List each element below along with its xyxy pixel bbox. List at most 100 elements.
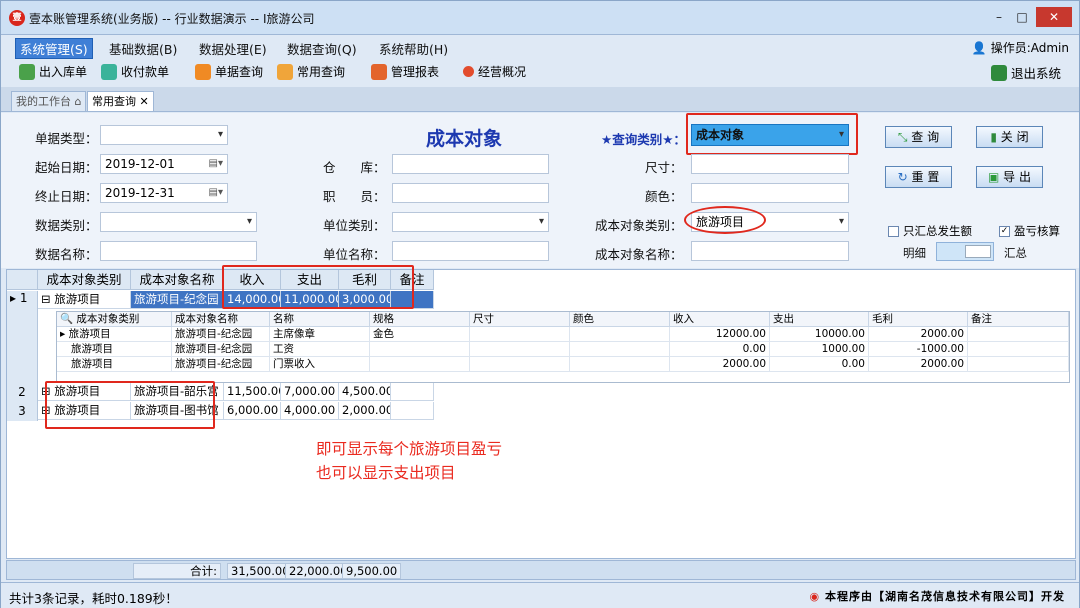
- sub-header-color[interactable]: 颜色: [570, 312, 670, 327]
- toolbar-receipt-payment[interactable]: 收付款单: [101, 63, 169, 80]
- menu-help[interactable]: 系统帮助(H): [379, 39, 448, 58]
- toolbar-overview[interactable]: 经营概况: [463, 63, 526, 80]
- toolbar-stock-in-out[interactable]: 出入库单: [19, 63, 87, 80]
- table-cell[interactable]: 旅游项目: [57, 357, 172, 372]
- button-label: 重 置: [911, 170, 940, 184]
- tab-close-icon[interactable]: ✕: [140, 95, 149, 108]
- header-text: 成本对象类别: [76, 313, 140, 325]
- table-cell[interactable]: [570, 357, 670, 372]
- end-date-field[interactable]: 2019-12-31: [100, 183, 228, 203]
- unit-type-select[interactable]: [392, 212, 549, 232]
- table-cell[interactable]: 0.00: [670, 342, 770, 357]
- data-type-label: 数据类别：: [35, 218, 98, 233]
- table-cell[interactable]: 旅游项目: [57, 342, 172, 357]
- toolbar-common-query[interactable]: 常用查询: [277, 63, 345, 80]
- cell-text: 旅游项目: [68, 328, 111, 340]
- table-cell[interactable]: 4,500.00: [339, 383, 391, 401]
- export-button[interactable]: ▣ 导 出: [976, 166, 1043, 188]
- table-cell[interactable]: [968, 342, 1069, 357]
- table-cell[interactable]: -1000.00: [869, 342, 968, 357]
- table-cell[interactable]: 6,000.00: [224, 402, 281, 420]
- home-icon: ⌂: [74, 95, 82, 108]
- table-cell[interactable]: 旅游项目-纪念园: [131, 291, 224, 309]
- sub-header-spec[interactable]: 规格: [370, 312, 470, 327]
- only-sum-checkbox[interactable]: 只汇总发生额: [888, 223, 972, 239]
- unit-name-input[interactable]: [392, 241, 549, 261]
- table-cell[interactable]: [391, 402, 434, 420]
- table-cell[interactable]: 12000.00: [670, 327, 770, 342]
- sub-header-remark[interactable]: 备注: [968, 312, 1069, 327]
- sub-header-type[interactable]: 🔍 成本对象类别: [57, 312, 172, 327]
- menu-data-process[interactable]: 数据处理(E): [199, 39, 267, 58]
- warehouse-input[interactable]: [392, 154, 549, 174]
- table-cell[interactable]: 金色: [370, 327, 470, 342]
- table-cell[interactable]: [470, 342, 570, 357]
- table-cell[interactable]: [470, 327, 570, 342]
- cost-obj-name-input[interactable]: [691, 241, 849, 261]
- tab-common-query[interactable]: 常用查询 ✕: [87, 91, 154, 111]
- doc-type-select[interactable]: [100, 125, 228, 145]
- data-name-input[interactable]: [100, 241, 257, 261]
- color-input[interactable]: [691, 183, 849, 203]
- col-header-type[interactable]: 成本对象类别: [38, 270, 131, 290]
- sub-header-item[interactable]: 名称: [270, 312, 370, 327]
- tab-workbench[interactable]: 我的工作台 ⌂: [11, 91, 87, 111]
- query-button[interactable]: ⤡ 查 询: [885, 126, 952, 148]
- minimize-button[interactable]: –: [991, 7, 1007, 27]
- menu-data-query[interactable]: 数据查询(Q): [287, 39, 357, 58]
- toolbar-label: 收付款单: [121, 65, 170, 79]
- table-cell[interactable]: 4,000.00: [281, 402, 339, 420]
- button-label: 导 出: [1003, 170, 1031, 184]
- detail-summary-toggle[interactable]: [936, 242, 994, 261]
- table-cell[interactable]: [370, 357, 470, 372]
- table-cell[interactable]: 7,000.00: [281, 383, 339, 401]
- data-type-select[interactable]: [100, 212, 257, 232]
- table-cell[interactable]: 1000.00: [770, 342, 869, 357]
- table-cell[interactable]: 工资: [270, 342, 370, 357]
- table-cell[interactable]: [570, 327, 670, 342]
- reset-button[interactable]: ↻ 重 置: [885, 166, 952, 188]
- table-cell[interactable]: 2000.00: [670, 357, 770, 372]
- staff-input[interactable]: [392, 183, 549, 203]
- table-cell[interactable]: 2000.00: [869, 327, 968, 342]
- toggle-detail-label: 明细: [903, 246, 926, 260]
- menu-basic-data[interactable]: 基础数据(B): [109, 39, 177, 58]
- sub-header-name[interactable]: 成本对象名称: [172, 312, 270, 327]
- table-cell[interactable]: 2000.00: [869, 357, 968, 372]
- sub-header-expense[interactable]: 支出: [770, 312, 869, 327]
- table-cell[interactable]: [391, 383, 434, 401]
- toolbar-doc-query[interactable]: 单据查询: [195, 63, 263, 80]
- sub-header-profit[interactable]: 毛利: [869, 312, 968, 327]
- toolbar-reports[interactable]: 管理报表: [371, 63, 439, 80]
- table-cell[interactable]: [968, 357, 1069, 372]
- table-cell[interactable]: ▸ 旅游项目: [57, 327, 172, 342]
- table-cell[interactable]: 门票收入: [270, 357, 370, 372]
- checkbox-label: 盈亏核算: [1014, 224, 1060, 238]
- menu-system[interactable]: 系统管理(S): [15, 38, 93, 59]
- table-cell[interactable]: 旅游项目-纪念园: [172, 357, 270, 372]
- table-cell[interactable]: 2,000.00: [339, 402, 391, 420]
- table-cell[interactable]: [968, 327, 1069, 342]
- table-cell[interactable]: 旅游项目-纪念园: [172, 327, 270, 342]
- start-date-field[interactable]: 2019-12-01: [100, 154, 228, 174]
- table-cell[interactable]: ⊟ 旅游项目: [38, 291, 131, 309]
- col-header-name[interactable]: 成本对象名称: [131, 270, 224, 290]
- toolbar-label: 常用查询: [297, 65, 346, 79]
- table-cell[interactable]: 旅游项目-纪念园: [172, 342, 270, 357]
- table-cell[interactable]: [470, 357, 570, 372]
- sub-header-income[interactable]: 收入: [670, 312, 770, 327]
- close-button[interactable]: ▮ 关 闭: [976, 126, 1043, 148]
- profit-checkbox[interactable]: ✓ 盈亏核算: [999, 223, 1060, 239]
- sub-header-size[interactable]: 尺寸: [470, 312, 570, 327]
- table-cell[interactable]: [370, 342, 470, 357]
- table-cell[interactable]: 0.00: [770, 357, 869, 372]
- table-cell[interactable]: 10000.00: [770, 327, 869, 342]
- size-input[interactable]: [691, 154, 849, 174]
- table-cell[interactable]: 主席像章: [270, 327, 370, 342]
- close-window-button[interactable]: ✕: [1036, 7, 1072, 27]
- table-cell[interactable]: 11,500.00: [224, 383, 281, 401]
- exit-system-button[interactable]: 退出系统: [991, 63, 1061, 82]
- table-cell[interactable]: [570, 342, 670, 357]
- collapse-icon[interactable]: ⊟: [41, 292, 51, 306]
- maximize-button[interactable]: □: [1014, 7, 1030, 27]
